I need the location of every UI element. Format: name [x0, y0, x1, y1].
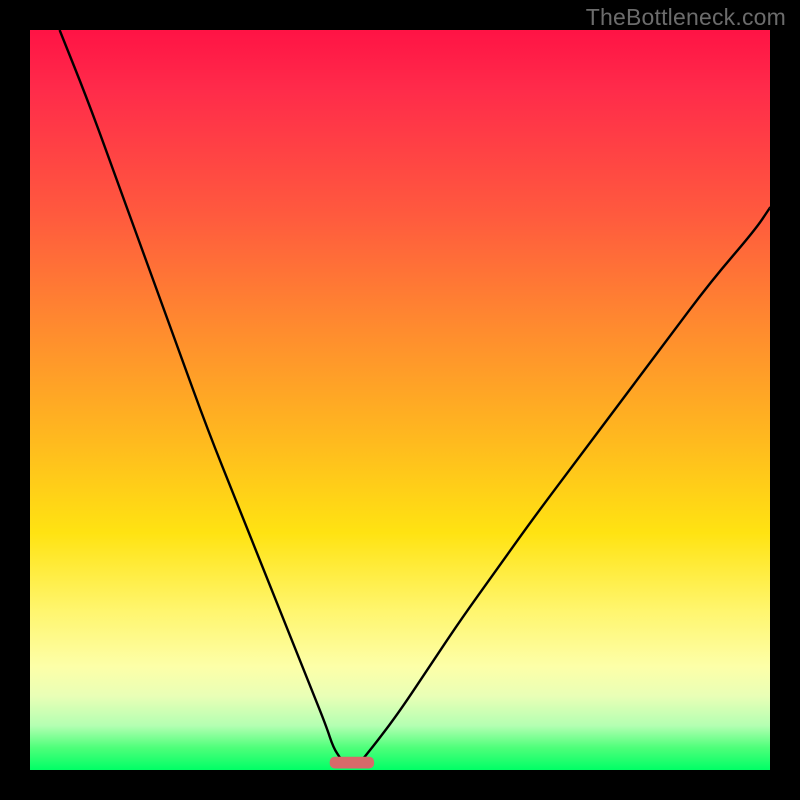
curve-right-branch — [363, 208, 770, 759]
min-marker-pill — [330, 757, 374, 769]
chart-frame: TheBottleneck.com — [0, 0, 800, 800]
watermark-text: TheBottleneck.com — [586, 4, 786, 31]
curve-layer — [30, 30, 770, 770]
plot-area — [30, 30, 770, 770]
curve-left-branch — [60, 30, 341, 759]
